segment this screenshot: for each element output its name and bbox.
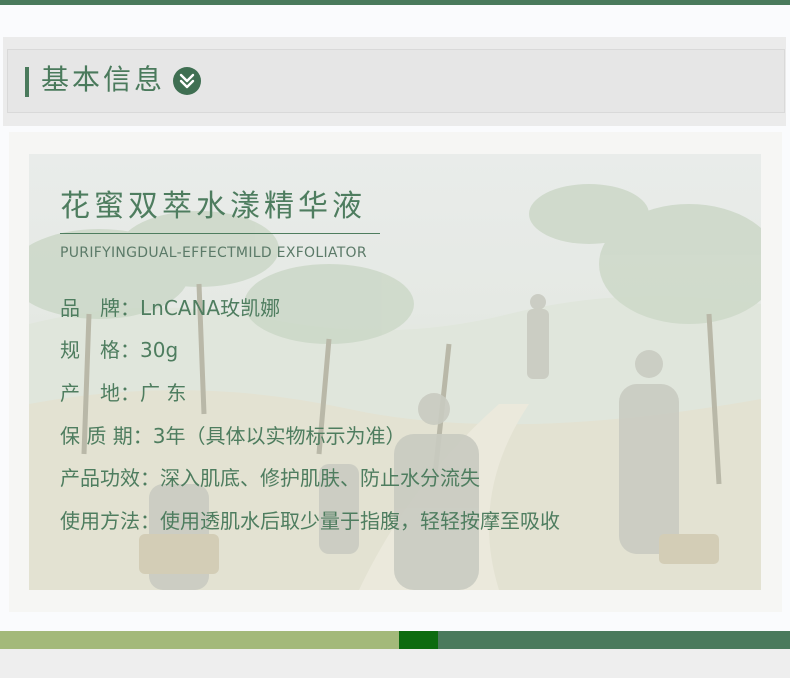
info-label: 品 牌： <box>60 296 140 320</box>
info-value: 深入肌底、修护肌肤、防止水分流失 <box>160 466 480 490</box>
header-accent-bar <box>25 67 29 97</box>
info-label: 产品功效： <box>60 466 160 490</box>
info-value: 广 东 <box>140 381 187 405</box>
info-value: 3年（具体以实物标示为准） <box>152 424 406 448</box>
section-title: 基本信息 <box>41 63 166 96</box>
info-row-usage: 使用方法：使用透肌水后取少量于指腹，轻轻按摩至吸收 <box>60 506 560 536</box>
info-value: 30g <box>140 338 179 362</box>
footer-area <box>0 649 790 678</box>
product-subtitle: PURIFYINGDUAL-EFFECTMILD EXFOLIATOR <box>60 245 367 261</box>
info-row-spec: 规 格：30g <box>60 335 178 365</box>
strip-dark-segment <box>399 631 438 649</box>
info-row-efficacy: 产品功效：深入肌底、修护肌肤、防止水分流失 <box>60 463 480 493</box>
title-divider <box>60 233 380 234</box>
top-accent-bar <box>0 0 790 5</box>
strip-brand-segment <box>438 631 790 649</box>
info-label: 规 格： <box>60 338 140 362</box>
info-label: 产 地： <box>60 381 140 405</box>
info-label: 使用方法： <box>60 509 160 533</box>
info-value: 使用透肌水后取少量于指腹，轻轻按摩至吸收 <box>160 509 560 533</box>
strip-light-segment <box>0 631 399 649</box>
info-label: 保 质 期： <box>60 424 153 448</box>
product-title: 花蜜双萃水漾精华液 <box>60 189 366 224</box>
info-row-brand: 品 牌：LnCANA玫凯娜 <box>60 293 280 323</box>
info-value: LnCANA玫凯娜 <box>140 296 281 320</box>
info-row-origin: 产 地：广 东 <box>60 378 186 408</box>
bottom-color-strip <box>0 631 790 649</box>
chevron-down-icon[interactable] <box>173 67 201 95</box>
info-row-shelf-life: 保 质 期：3年（具体以实物标示为准） <box>60 421 405 451</box>
